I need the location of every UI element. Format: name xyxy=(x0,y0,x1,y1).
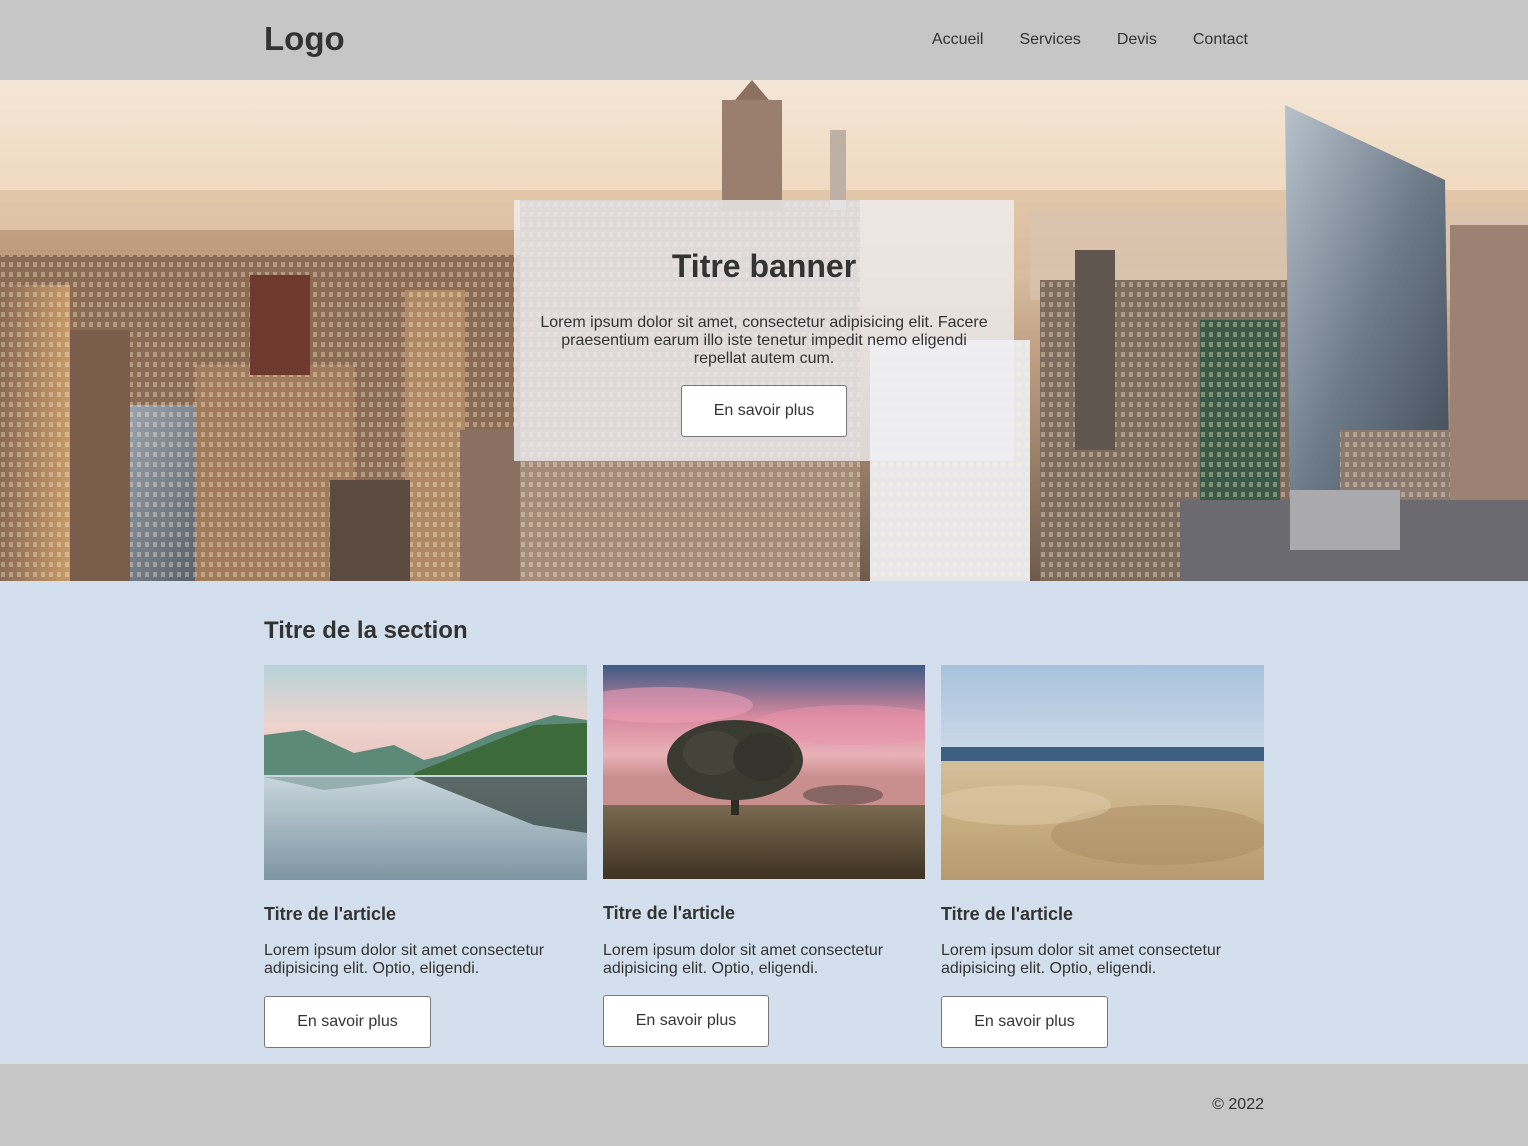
article-learn-more-button[interactable]: En savoir plus xyxy=(941,996,1108,1048)
article-text: Lorem ipsum dolor sit amet consectetur a… xyxy=(941,942,1222,977)
article-title: Titre de l'article xyxy=(603,903,736,923)
article-card: Titre de l'article Lorem ipsum dolor sit… xyxy=(941,665,1264,1055)
article-learn-more-button[interactable]: En savoir plus xyxy=(603,995,769,1047)
banner-text: Lorem ipsum dolor sit amet, consectetur … xyxy=(540,314,988,367)
nav-item-accueil[interactable]: Accueil xyxy=(932,30,984,50)
main-nav: Accueil Services Devis Contact xyxy=(932,30,1248,50)
article-text: Lorem ipsum dolor sit amet consectetur a… xyxy=(603,942,884,977)
section-title: Titre de la section xyxy=(264,617,468,644)
tree-sunset-image xyxy=(603,665,925,879)
desert-sea-image xyxy=(941,665,1264,880)
nav-item-services[interactable]: Services xyxy=(1019,30,1080,50)
logo[interactable]: Logo xyxy=(264,20,345,58)
nav-item-contact[interactable]: Contact xyxy=(1193,30,1248,50)
article-card: Titre de l'article Lorem ipsum dolor sit… xyxy=(603,665,925,1055)
article-title: Titre de l'article xyxy=(264,904,397,924)
site-footer: © 2022 xyxy=(0,1064,1528,1146)
banner-title: Titre banner xyxy=(671,248,857,284)
lake-mountains-image xyxy=(264,665,587,880)
banner-learn-more-button[interactable]: En savoir plus xyxy=(681,385,847,437)
nav-item-devis[interactable]: Devis xyxy=(1117,30,1157,50)
article-card: Titre de l'article Lorem ipsum dolor sit… xyxy=(264,665,587,1055)
article-text: Lorem ipsum dolor sit amet consectetur a… xyxy=(264,942,545,977)
article-title: Titre de l'article xyxy=(941,904,1074,924)
banner-card: Titre banner Lorem ipsum dolor sit amet,… xyxy=(514,200,1014,461)
copyright-text: © 2022 xyxy=(1212,1096,1264,1113)
site-header: Logo Accueil Services Devis Contact xyxy=(0,0,1528,80)
article-learn-more-button[interactable]: En savoir plus xyxy=(264,996,431,1048)
hero-banner: Titre banner Lorem ipsum dolor sit amet,… xyxy=(0,80,1528,581)
